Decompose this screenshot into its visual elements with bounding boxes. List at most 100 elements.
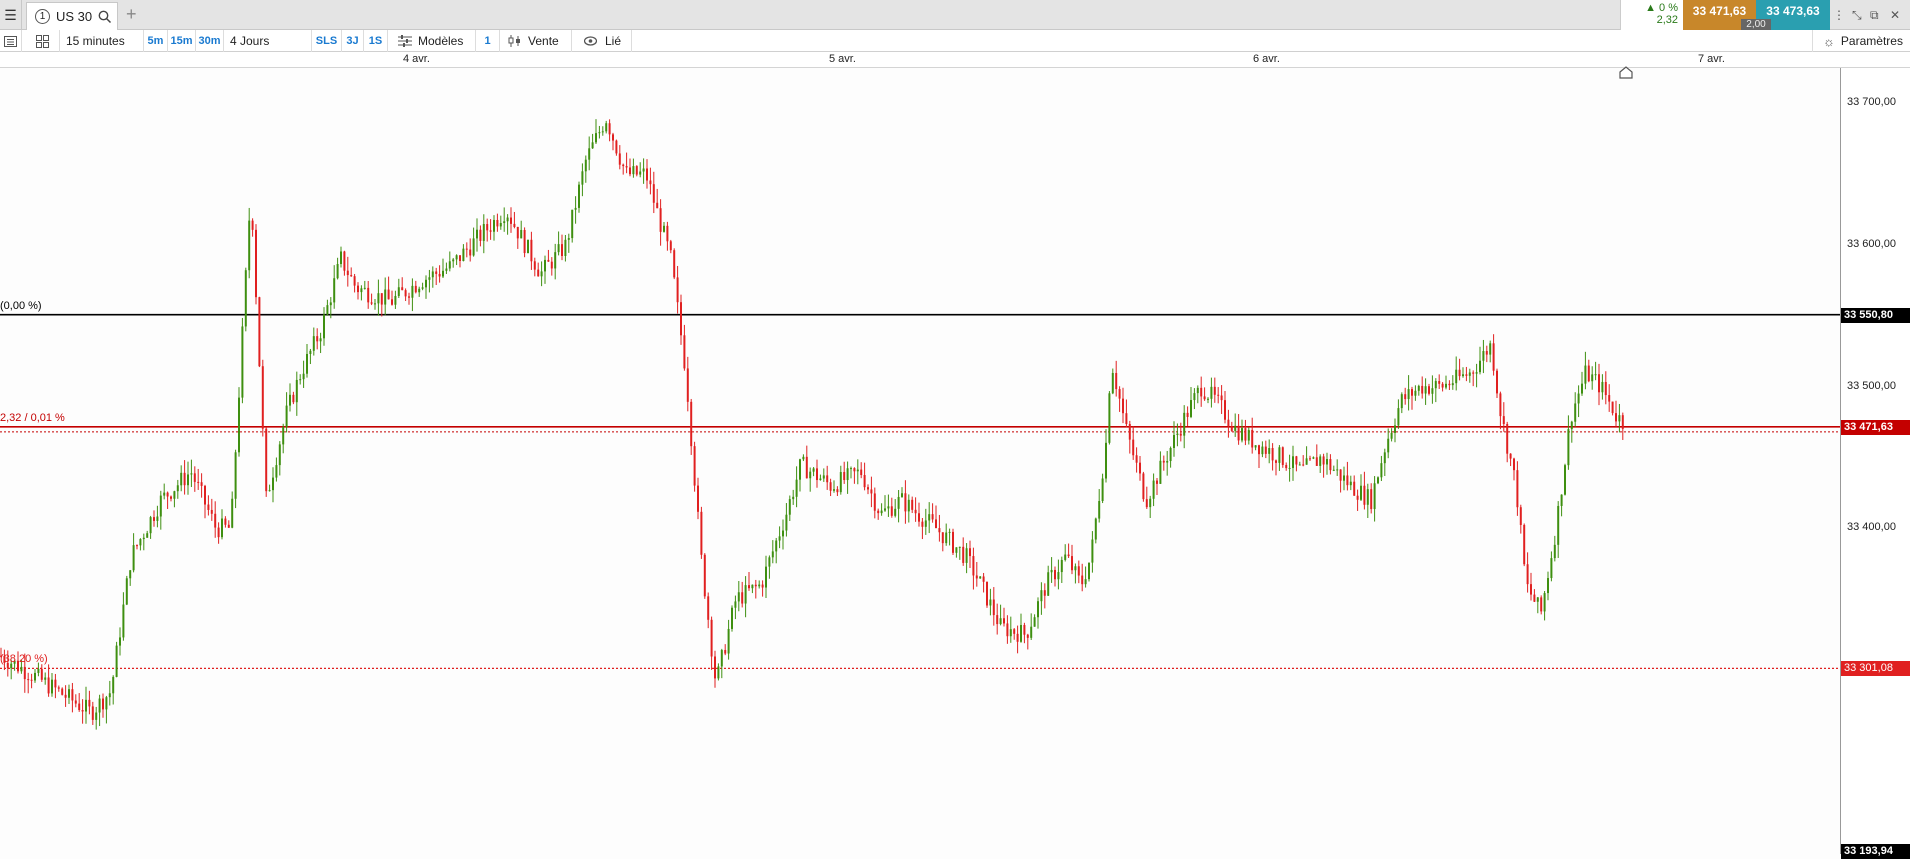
candle-body [887, 506, 890, 509]
settings-button[interactable]: ☼ Paramètres [1812, 30, 1910, 52]
candle-body [608, 123, 611, 135]
count-button[interactable]: 1 [476, 30, 500, 52]
candle-body [751, 584, 754, 589]
candle-body [1509, 453, 1512, 459]
date-tick: 7 avr. [1698, 53, 1725, 65]
candle-body [1275, 460, 1277, 463]
candle-body [146, 533, 149, 538]
templates-button[interactable]: Modèles [388, 30, 476, 52]
candle-body [1264, 446, 1267, 454]
search-icon[interactable] [98, 10, 112, 24]
candle-body [571, 209, 574, 239]
candle-body [68, 689, 70, 698]
candle-body [1604, 381, 1607, 396]
candle-body [244, 270, 247, 327]
candle-body [1292, 456, 1294, 468]
candle-body [1540, 597, 1543, 612]
candle-body [622, 164, 625, 167]
sls-button[interactable]: SLS [312, 30, 342, 52]
candle-body [639, 171, 642, 175]
candle-body [227, 524, 230, 528]
popout-icon[interactable]: ⧉ [1870, 8, 1879, 23]
minimize-icon[interactable]: ⤡ [1852, 8, 1862, 23]
price-chart[interactable] [0, 68, 1840, 854]
candle-body [448, 261, 451, 269]
candle-body [680, 302, 682, 336]
candle-body [1098, 500, 1101, 519]
layout-icon[interactable] [22, 30, 60, 52]
candle-body [1074, 566, 1077, 571]
candle-body [1421, 385, 1424, 394]
candle-body [884, 508, 886, 511]
candle-body [499, 223, 502, 227]
candle-body [530, 239, 533, 262]
candle-body [1026, 634, 1029, 638]
candle-body [346, 270, 349, 276]
period-select[interactable]: 4 Jours [224, 30, 312, 52]
candle-body [401, 287, 404, 291]
candle-body [493, 219, 495, 232]
candle-body [1564, 465, 1566, 495]
candle-body [1598, 374, 1600, 393]
candle-body [1506, 424, 1509, 454]
candle-body [656, 202, 659, 209]
candle-body [343, 251, 346, 271]
add-tab-icon[interactable]: + [126, 4, 137, 25]
hamburger-menu-icon[interactable]: ☰ [0, 0, 22, 30]
candle-body [1615, 413, 1617, 422]
candle-body [856, 469, 859, 472]
candle-body [1475, 372, 1478, 374]
preset-30m-button[interactable]: 30m [196, 30, 224, 52]
candle-body [340, 251, 342, 265]
interval-select[interactable]: 15 minutes [60, 30, 144, 52]
candle-body [1013, 629, 1016, 634]
candle-body [527, 239, 529, 254]
price-tick: 33 500,00 [1847, 379, 1896, 392]
drag-handle-icon[interactable]: ⋮ [1833, 8, 1845, 22]
candle-body [149, 517, 152, 534]
preset-15m-button[interactable]: 15m [168, 30, 196, 52]
price-axis[interactable]: 33 700,00 33 600,00 33 500,00 33 400,00 … [1840, 68, 1910, 859]
candle-body [894, 508, 897, 516]
list-icon[interactable] [0, 30, 22, 52]
candle-body [1237, 425, 1240, 441]
tab-us30[interactable]: 1 US 30 [26, 2, 118, 30]
candle-body [278, 444, 281, 466]
candle-body [397, 287, 400, 296]
candle-body [1523, 524, 1526, 565]
link-icon [584, 36, 597, 46]
candle-body [268, 490, 271, 492]
candle-body [768, 557, 771, 567]
candle-body [265, 428, 268, 492]
candle-body [809, 471, 812, 479]
candle-body [231, 498, 234, 528]
candle-body [1207, 398, 1209, 400]
candle-body [85, 699, 87, 712]
candle-body [1149, 498, 1152, 508]
candle-body [890, 506, 893, 516]
candle-body [1094, 518, 1097, 540]
preset-5m-button[interactable]: 5m [144, 30, 168, 52]
candle-body [1088, 562, 1090, 580]
candle-body [1230, 426, 1233, 431]
linked-button[interactable]: Lié [572, 30, 632, 52]
candle-body [1210, 386, 1213, 399]
candle-body [105, 697, 108, 710]
candle-body [350, 275, 353, 277]
candle-body [805, 456, 808, 479]
candle-body [312, 336, 315, 351]
candle-body [1397, 408, 1400, 426]
candle-body [870, 489, 873, 494]
candle-body [928, 514, 931, 521]
candle-body [1455, 369, 1458, 384]
candle-body [588, 148, 591, 160]
candle-body [431, 271, 434, 278]
candle-body [795, 479, 798, 497]
period-3j-button[interactable]: 3J [342, 30, 364, 52]
period-1s-button[interactable]: 1S [364, 30, 388, 52]
candle-body [948, 531, 951, 533]
close-icon[interactable]: ✕ [1890, 8, 1900, 22]
order-side-button[interactable]: Vente [500, 30, 572, 52]
candle-body [564, 239, 567, 256]
price-tick: 33 700,00 [1847, 96, 1896, 109]
